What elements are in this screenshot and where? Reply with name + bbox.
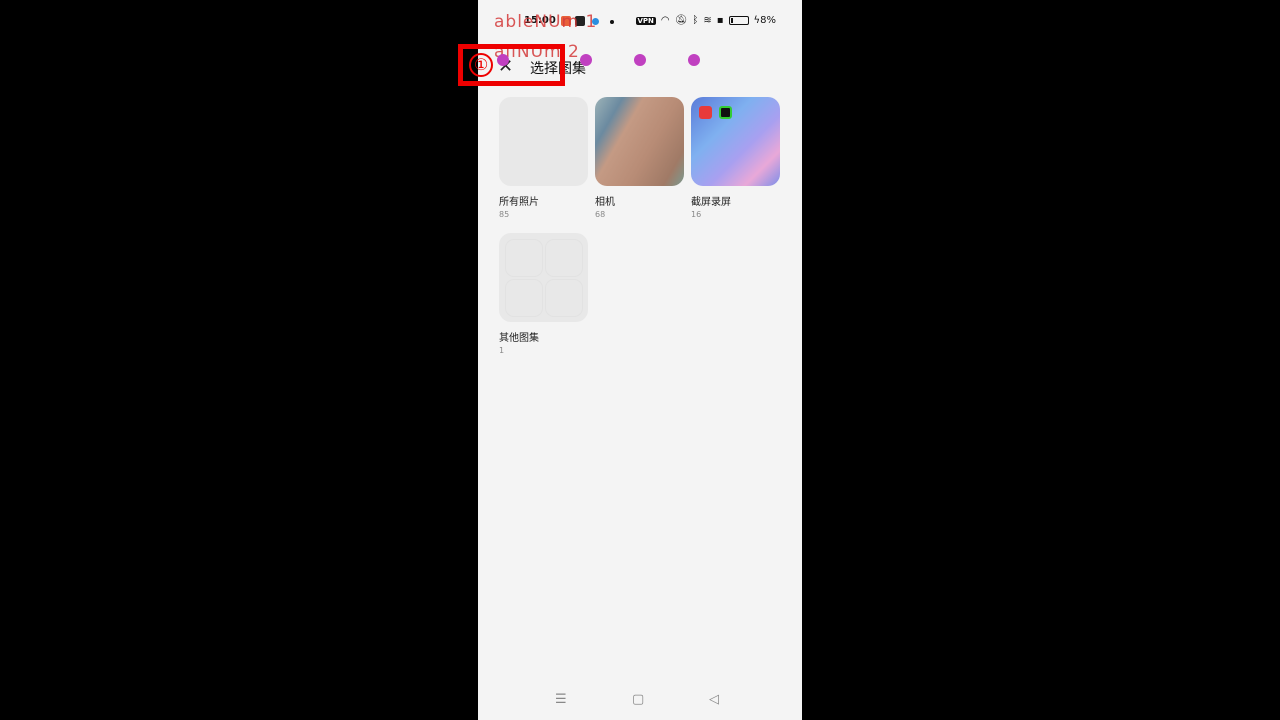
- phone-screen: 15:00 VPN ◠ 🔕︎ ᛒ ≋ ▪ ϟ8% ✕ 选择图集 所有照片 85 …: [478, 0, 802, 720]
- battery-level: ϟ8%: [753, 15, 776, 26]
- back-button[interactable]: ◁: [709, 692, 719, 707]
- album-other[interactable]: 其他图集 1: [499, 233, 588, 355]
- menu-button[interactable]: ☰: [555, 692, 567, 707]
- speed-icon: ◠: [660, 15, 670, 26]
- album-thumbnail: [595, 97, 684, 186]
- marker-dot: [634, 54, 646, 66]
- battery-icon: [728, 16, 749, 25]
- mute-icon: 🔕︎: [674, 15, 688, 26]
- album-count: 85: [499, 210, 510, 219]
- marker-number: ①: [469, 53, 493, 77]
- album-count: 68: [595, 210, 606, 219]
- sim-icon: ▪: [716, 15, 724, 26]
- wifi-icon: ≋: [703, 15, 712, 26]
- album-thumbnail: [499, 97, 588, 186]
- album-name: 相机: [595, 197, 615, 208]
- album-thumbnail: [499, 233, 588, 322]
- vpn-icon: VPN: [635, 16, 656, 25]
- navigation-bar: ☰ ▢ ◁: [478, 692, 802, 708]
- app-icon: [699, 106, 712, 119]
- album-screenshots[interactable]: 截屏录屏 16: [691, 97, 780, 219]
- app-icon: [719, 106, 732, 119]
- more-notifications-icon: [610, 20, 614, 24]
- album-all-photos[interactable]: 所有照片 85: [499, 97, 588, 219]
- marker-dot: [688, 54, 700, 66]
- album-count: 1: [499, 346, 505, 355]
- album-name: 所有照片: [499, 197, 539, 208]
- album-name: 其他图集: [499, 333, 539, 344]
- overlay-label-1: ableNUm 1: [494, 12, 598, 32]
- home-button[interactable]: ▢: [632, 692, 644, 707]
- marker-dot: [497, 54, 509, 66]
- album-count: 16: [691, 210, 702, 219]
- marker-dot: [580, 54, 592, 66]
- album-name: 截屏录屏: [691, 197, 731, 208]
- album-camera[interactable]: 相机 68: [595, 97, 684, 219]
- album-thumbnail: [691, 97, 780, 186]
- bluetooth-icon: ᛒ: [692, 15, 699, 26]
